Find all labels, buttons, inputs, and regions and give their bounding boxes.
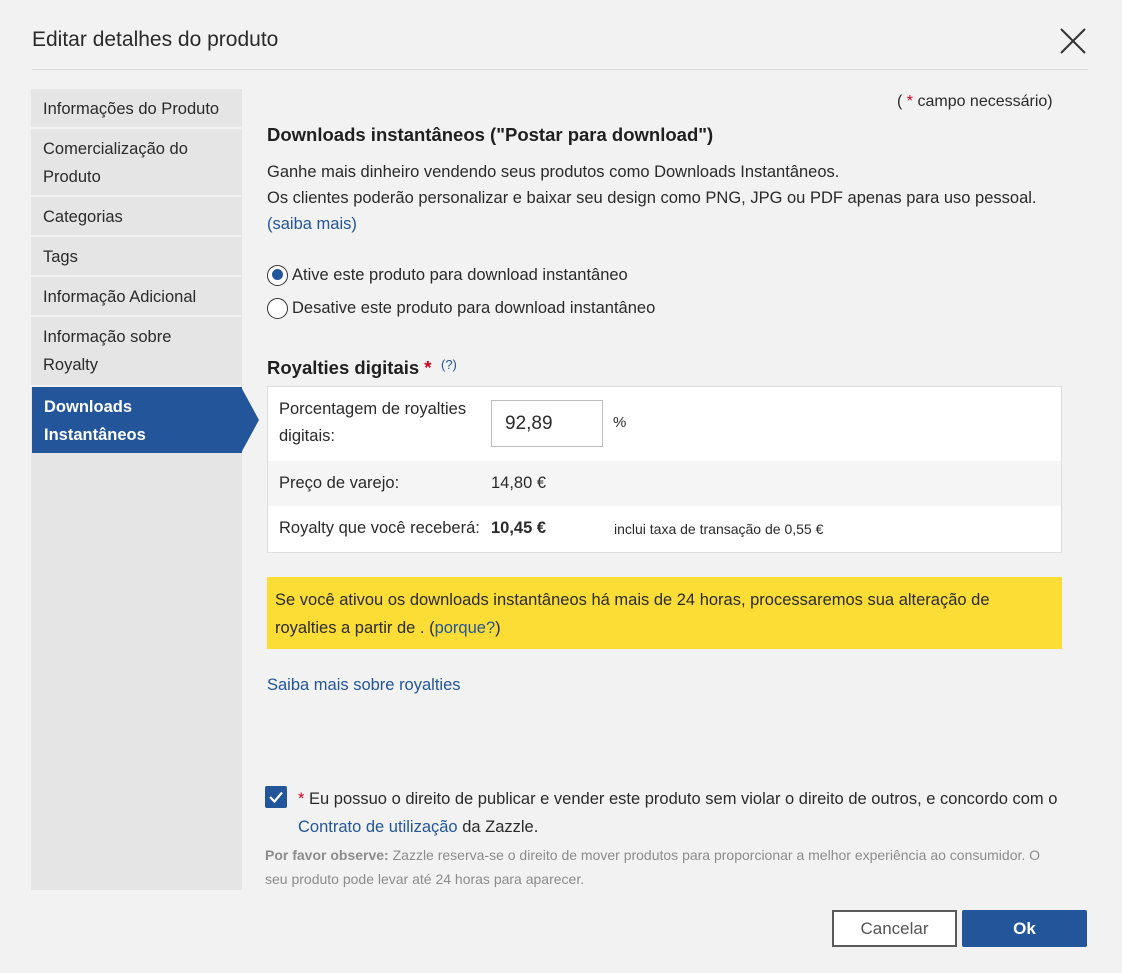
description-line-1: Ganhe mais dinheiro vendendo seus produt… bbox=[267, 163, 840, 181]
radio-enable-label: Ative este produto para download instant… bbox=[292, 265, 628, 284]
fee-note: inclui taxa de transação de 0,55 € bbox=[614, 521, 824, 537]
required-note-prefix: ( bbox=[897, 93, 907, 110]
required-field-note: ( * campo necessário) bbox=[897, 93, 1053, 111]
dialog-title: Editar detalhes do produto bbox=[32, 28, 279, 51]
retail-label: Preço de varejo: bbox=[279, 474, 400, 492]
close-icon[interactable] bbox=[1058, 26, 1088, 56]
learn-royalties-link[interactable]: Saiba mais sobre royalties bbox=[267, 676, 461, 695]
royalties-title-text: Royalties digitais bbox=[267, 357, 420, 378]
radio-disable-option[interactable]: Desative este produto para download inst… bbox=[267, 296, 655, 320]
radio-disable-label: Desative este produto para download inst… bbox=[292, 298, 656, 317]
required-star: * bbox=[424, 357, 432, 378]
learn-royalties-link-text[interactable]: Saiba mais sobre royalties bbox=[267, 676, 461, 694]
header-divider bbox=[32, 69, 1088, 70]
royalties-table: Porcentagem de royalties digitais: % Pre… bbox=[267, 386, 1062, 553]
royalties-help-link[interactable]: (?) bbox=[441, 357, 457, 372]
agreement-text: * Eu possuo o direito de publicar e vend… bbox=[298, 785, 1068, 841]
royalty-percentage-input[interactable] bbox=[491, 400, 603, 447]
receive-value: 10,45 € bbox=[491, 519, 547, 537]
section-title: Downloads instantâneos ("Postar para dow… bbox=[267, 124, 714, 145]
description-line-2: Os clientes poderão personalizar e baixa… bbox=[267, 189, 1037, 207]
sidebar-item-royalty-info[interactable]: Informação sobre Royalty bbox=[31, 317, 241, 387]
sidebar-item-instant-downloads[interactable]: Downloads Instantâneos bbox=[32, 387, 242, 453]
required-note-text: campo necessário) bbox=[913, 93, 1053, 110]
sidebar-item-label: Informação Adicional bbox=[43, 288, 197, 306]
terms-link[interactable]: Contrato de utilização bbox=[298, 818, 458, 836]
pct-unit: % bbox=[613, 414, 627, 431]
sidebar-item-label: Tags bbox=[43, 248, 78, 266]
notice-text: Se você ativou os downloads instantâneos… bbox=[275, 591, 990, 637]
agreement-text-before: Eu possuo o direito de publicar e vender… bbox=[304, 790, 1058, 808]
active-item-arrow bbox=[241, 387, 259, 453]
notice-note: Por favor observe: Zazzle reserva-se o d… bbox=[265, 843, 1065, 891]
sidebar-item-categories[interactable]: Categorias bbox=[31, 197, 241, 237]
ok-button[interactable]: Ok bbox=[962, 910, 1087, 947]
sidebar-item-label: Categorias bbox=[43, 208, 123, 226]
receive-label: Royalty que você receberá: bbox=[279, 519, 480, 537]
why-link[interactable]: porque? bbox=[435, 619, 496, 637]
learn-more-link[interactable]: (saiba mais) bbox=[267, 215, 357, 234]
retail-value: 14,80 € bbox=[491, 474, 547, 492]
sidebar-item-marketing[interactable]: Comercialização do Produto bbox=[31, 129, 241, 197]
radio-enable[interactable] bbox=[267, 264, 288, 286]
learn-more-link-text[interactable]: (saiba mais) bbox=[267, 215, 357, 233]
sidebar-item-additional-info[interactable]: Informação Adicional bbox=[31, 277, 241, 317]
sidebar-item-label: Downloads Instantâneos bbox=[44, 398, 146, 444]
retail-price-row: Preço de varejo: 14,80 € bbox=[268, 461, 1061, 506]
sidebar-item-product-info[interactable]: Informações do Produto bbox=[31, 89, 241, 129]
sidebar-item-label: Informação sobre Royalty bbox=[43, 328, 172, 374]
radio-disable[interactable] bbox=[267, 297, 288, 319]
agreement-text-after: da Zazzle. bbox=[457, 818, 539, 836]
sidebar-item-tags[interactable]: Tags bbox=[31, 237, 241, 277]
agreement-checkbox[interactable] bbox=[265, 786, 287, 808]
pct-label: Porcentagem de royalties digitais: bbox=[279, 400, 467, 445]
royalty-change-notice: Se você ativou os downloads instantâneos… bbox=[267, 577, 1062, 649]
sidebar: Informações do Produto Comercialização d… bbox=[31, 89, 242, 890]
sidebar-item-label: Comercialização do Produto bbox=[43, 140, 188, 186]
radio-enable-option[interactable]: Ative este produto para download instant… bbox=[267, 263, 628, 287]
note-label: Por favor observe: bbox=[265, 847, 389, 863]
notice-suffix: ) bbox=[495, 619, 501, 637]
checkmark-icon bbox=[269, 791, 283, 804]
cancel-button[interactable]: Cancelar bbox=[832, 910, 957, 947]
sidebar-item-label: Informações do Produto bbox=[43, 100, 220, 118]
royalties-title: Royalties digitais * bbox=[267, 357, 432, 379]
